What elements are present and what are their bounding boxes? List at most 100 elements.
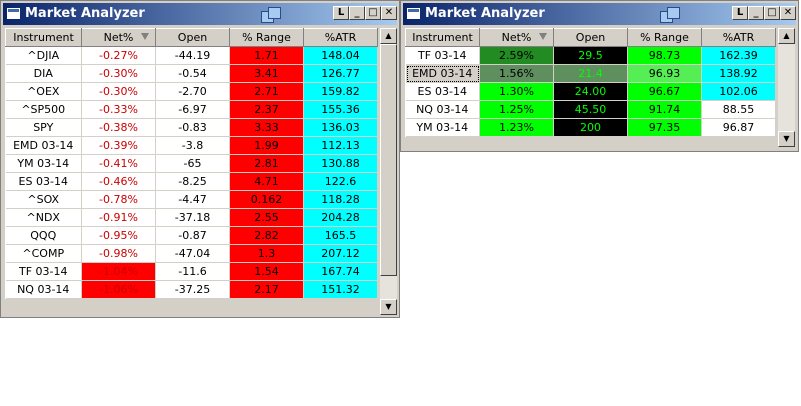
range-cell: 1.54 [229,262,304,281]
open-cell: -37.18 [155,208,230,227]
table-row[interactable]: YM 03-14 1.23% 200 97.35 96.87 [405,118,776,137]
range-cell: 3.41 [229,64,304,83]
table-row[interactable]: ES 03-14 1.30% 24.00 96.67 102.06 [405,82,776,101]
table-row[interactable]: ES 03-14 -0.46% -8.25 4.71 122.6 [5,172,378,191]
column-header-atr[interactable]: %ATR [303,28,378,47]
instrument-cell: NQ 03-14 [405,100,480,119]
open-cell: -8.25 [155,172,230,191]
close-button[interactable]: ✕ [780,6,796,20]
column-header-atr[interactable]: %ATR [701,28,776,47]
range-cell: 96.67 [627,82,702,101]
scroll-down-button[interactable]: ▼ [778,131,795,147]
column-header-range[interactable]: % Range [229,28,304,47]
atr-cell: 96.87 [701,118,776,137]
atr-cell: 167.74 [303,262,378,281]
maximize-button[interactable]: □ [365,6,381,20]
close-button[interactable]: ✕ [381,6,397,20]
table-row[interactable]: ^DJIA -0.27% -44.19 1.71 148.04 [5,46,378,65]
net-percent-cell: -1.04% [81,262,156,281]
column-header-net[interactable]: Net% [479,28,554,47]
net-percent-cell: -0.78% [81,190,156,209]
column-header-open[interactable]: Open [553,28,628,47]
link-windows-icon[interactable] [660,5,684,23]
maximize-button[interactable]: □ [764,6,780,20]
instrument-cell: ES 03-14 [405,82,480,101]
atr-cell: 151.32 [303,280,378,299]
market-analyzer-window-2: Market Analyzer L _ □ ✕ Instrument Net% … [400,0,799,152]
net-percent-cell: -0.46% [81,172,156,191]
table-row[interactable]: TF 03-14 2.59% 29.5 98.73 162.39 [405,46,776,65]
range-cell: 1.3 [229,244,304,263]
minimize-button[interactable]: _ [748,6,764,20]
link-button[interactable]: L [732,6,748,20]
column-header-instrument[interactable]: Instrument [5,28,82,47]
table-row[interactable]: ^COMP -0.98% -47.04 1.3 207.12 [5,244,378,263]
scroll-up-button[interactable]: ▲ [380,28,397,44]
table-row[interactable]: TF 03-14 -1.04% -11.6 1.54 167.74 [5,262,378,281]
range-cell: 2.71 [229,82,304,101]
atr-cell: 126.77 [303,64,378,83]
atr-cell: 112.13 [303,136,378,155]
title-bar[interactable]: Market Analyzer L _ □ ✕ [3,3,397,25]
vertical-scrollbar[interactable]: ▲ ▼ [777,28,795,147]
open-cell: 29.5 [553,46,628,65]
scroll-down-button[interactable]: ▼ [380,299,397,315]
atr-cell: 165.5 [303,226,378,245]
instrument-cell: TF 03-14 [5,262,82,281]
link-button[interactable]: L [333,6,349,20]
open-cell: -0.87 [155,226,230,245]
atr-cell: 136.03 [303,118,378,137]
table-row[interactable]: QQQ -0.95% -0.87 2.82 165.5 [5,226,378,245]
open-cell: -11.6 [155,262,230,281]
table-row[interactable]: ^SP500 -0.33% -6.97 2.37 155.36 [5,100,378,119]
range-cell: 98.73 [627,46,702,65]
instrument-grid: Instrument Net% Open % Range %ATR ^DJIA -… [5,28,378,299]
atr-cell: 122.6 [303,172,378,191]
range-cell: 91.74 [627,100,702,119]
open-cell: -0.83 [155,118,230,137]
open-cell: -3.8 [155,136,230,155]
table-row[interactable]: NQ 03-14 1.25% 45.50 91.74 88.55 [405,100,776,119]
market-analyzer-window-1: Market Analyzer L _ □ ✕ Instrument Net% … [0,0,400,318]
instrument-cell: QQQ [5,226,82,245]
net-percent-cell: 1.23% [479,118,554,137]
net-percent-cell: -0.41% [81,154,156,173]
vertical-scrollbar[interactable]: ▲ ▼ [379,28,397,315]
table-row[interactable]: DIA -0.30% -0.54 3.41 126.77 [5,64,378,83]
table-row[interactable]: ^SOX -0.78% -4.47 0.162 118.28 [5,190,378,209]
net-percent-cell: -0.98% [81,244,156,263]
open-cell: 24.00 [553,82,628,101]
net-percent-cell: -0.27% [81,46,156,65]
link-windows-icon[interactable] [261,5,285,23]
atr-cell: 162.39 [701,46,776,65]
instrument-cell: EMD 03-14 [5,136,82,155]
column-header-range[interactable]: % Range [627,28,702,47]
table-row[interactable]: SPY -0.38% -0.83 3.33 136.03 [5,118,378,137]
net-percent-cell: 1.25% [479,100,554,119]
atr-cell: 148.04 [303,46,378,65]
column-header-open[interactable]: Open [155,28,230,47]
table-row[interactable]: EMD 03-14 -0.39% -3.8 1.99 112.13 [5,136,378,155]
atr-cell: 130.88 [303,154,378,173]
range-cell: 1.71 [229,46,304,65]
table-row[interactable]: YM 03-14 -0.41% -65 2.81 130.88 [5,154,378,173]
minimize-button[interactable]: _ [349,6,365,20]
table-row[interactable]: ^OEX -0.30% -2.70 2.71 159.82 [5,82,378,101]
open-cell: 200 [553,118,628,137]
title-bar[interactable]: Market Analyzer L _ □ ✕ [403,3,796,25]
sort-desc-icon [539,33,547,40]
column-header-net[interactable]: Net% [81,28,156,47]
table-row[interactable]: ^NDX -0.91% -37.18 2.55 204.28 [5,208,378,227]
scroll-thumb[interactable] [380,44,397,276]
instrument-cell: NQ 03-14 [5,280,82,299]
net-percent-cell: -0.30% [81,64,156,83]
column-header-instrument[interactable]: Instrument [405,28,480,47]
table-row[interactable]: EMD 03-14 1.56% 21.4 96.93 138.92 [405,64,776,83]
net-percent-cell: -0.91% [81,208,156,227]
net-percent-cell: -0.33% [81,100,156,119]
instrument-cell: TF 03-14 [405,46,480,65]
table-row[interactable]: NQ 03-14 -1.06% -37.25 2.17 151.32 [5,280,378,299]
scroll-up-button[interactable]: ▲ [778,28,795,44]
net-percent-cell: -0.38% [81,118,156,137]
open-cell: -37.25 [155,280,230,299]
